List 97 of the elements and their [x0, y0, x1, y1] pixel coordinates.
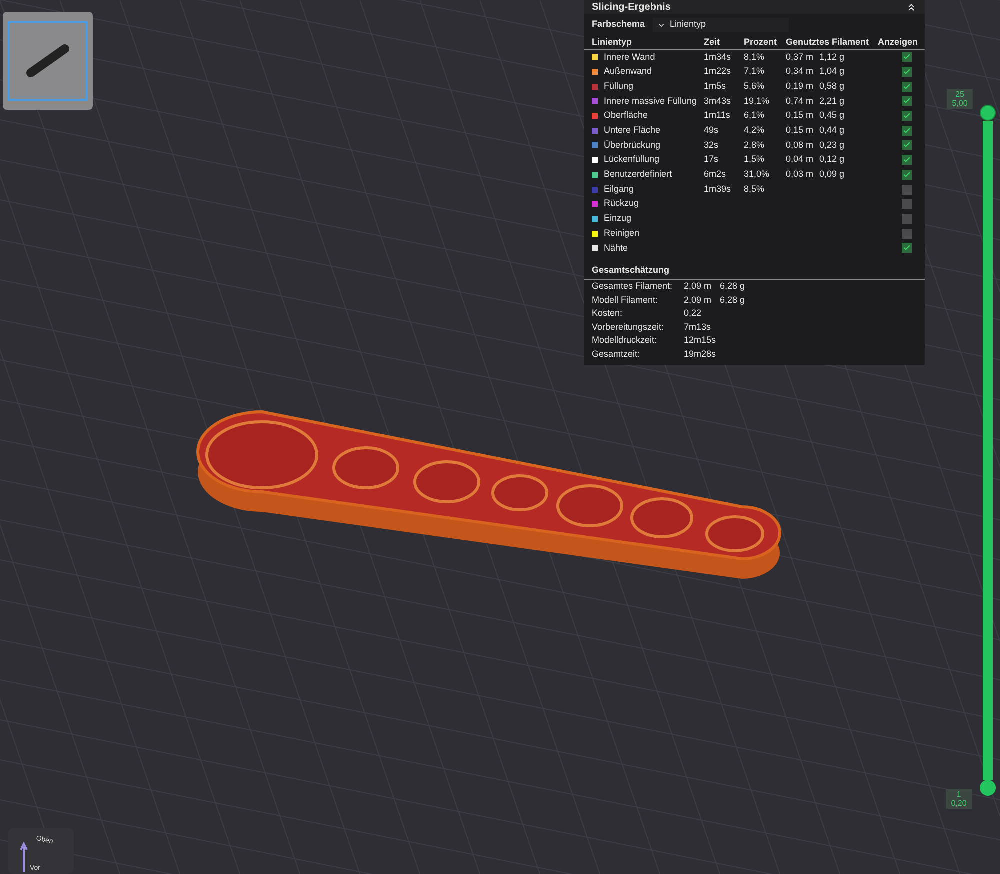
line-type-name: Einzug — [604, 212, 632, 226]
percent-value: 19,1% — [744, 96, 770, 106]
summary-value: 6,28 g — [720, 280, 746, 294]
line-type-name: Lückenfüllung — [604, 153, 660, 166]
column-header: Genutztes Filament — [786, 36, 870, 49]
summary-value: 7m13s — [684, 320, 712, 334]
percent-value: 31,0% — [744, 169, 770, 180]
filament-weight: 1,04 g — [820, 65, 845, 78]
line-type-name: Außenwand — [604, 65, 652, 78]
line-type-name: Oberfläche — [604, 109, 648, 122]
filament-length: 0,15 m — [786, 109, 814, 122]
show-checkbox[interactable] — [902, 82, 912, 92]
filament-length: 0,19 m — [786, 80, 814, 93]
time-value: 32s — [704, 140, 719, 150]
summary-value: 19m28s — [684, 348, 718, 361]
percent-value: 6,1% — [744, 110, 765, 120]
summary-value: 2,09 m — [684, 280, 713, 294]
summary-label: Kosten: — [592, 307, 624, 320]
bottom-layer-label: 1 0,20 — [946, 789, 972, 809]
color-scheme-label: Farbschema — [592, 18, 646, 32]
filament-weight: 0,09 g — [820, 168, 845, 182]
line-type-name: Benutzerdefiniert — [604, 168, 672, 182]
show-checkbox[interactable] — [902, 126, 912, 136]
column-header: Prozent — [744, 36, 778, 49]
line-type-name: Rückzug — [604, 197, 640, 210]
filament-length: 0,74 m — [786, 94, 814, 108]
show-checkbox[interactable] — [902, 199, 912, 210]
panel-title: Slicing-Ergebnis — [592, 0, 671, 14]
show-checkbox[interactable] — [902, 170, 912, 180]
filament-weight: 1,12 g — [820, 50, 845, 64]
column-header: Anzeigen — [878, 36, 918, 49]
summary-label: Modell Filament: — [592, 294, 660, 307]
percent-value: 4,2% — [744, 125, 765, 136]
time-value: 17s — [704, 154, 719, 164]
filament-weight: 0,45 g — [820, 109, 845, 122]
collapse-icon[interactable] — [906, 2, 917, 12]
filament-length: 0,37 m — [786, 50, 814, 64]
percent-value: 7,1% — [744, 66, 765, 76]
line-type-name: Innere massive Füllung — [604, 94, 698, 108]
percent-value: 8,1% — [744, 52, 765, 62]
show-checkbox[interactable] — [902, 52, 912, 62]
show-checkbox[interactable] — [902, 96, 912, 106]
percent-value: 8,5% — [744, 184, 765, 194]
summary-label: Gesamtes Filament: — [592, 280, 674, 294]
plate-thumbnail[interactable] — [3, 12, 93, 110]
filament-length: 0,04 m — [786, 153, 814, 166]
show-checkbox[interactable] — [902, 67, 912, 78]
show-checkbox[interactable] — [902, 214, 912, 224]
filament-length: 0,08 m — [786, 138, 814, 152]
line-type-name: Untere Fläche — [604, 124, 661, 138]
axis-arrow-icon — [20, 842, 28, 872]
summary-label: Modelldruckzeit: — [592, 334, 658, 348]
show-checkbox[interactable] — [902, 140, 912, 150]
percent-value: 5,6% — [744, 80, 765, 91]
slider-bottom-handle[interactable] — [980, 780, 996, 796]
filament-weight: 0,58 g — [820, 80, 845, 93]
line-type-name: Füllung — [604, 80, 634, 93]
time-value: 1m22s — [704, 66, 732, 76]
line-type-name: Reinigen — [604, 226, 640, 240]
summary-title: Gesamtschätzung — [592, 264, 670, 275]
slider-top-handle[interactable] — [980, 105, 996, 121]
percent-value: 2,8% — [744, 140, 765, 150]
line-type-name: Nähte — [604, 242, 628, 255]
percent-value: 1,5% — [744, 154, 765, 164]
time-value: 1m11s — [704, 110, 730, 120]
show-checkbox[interactable] — [902, 228, 912, 239]
line-type-name: Überbrückung — [604, 138, 661, 152]
summary-value: 6,28 g — [720, 294, 746, 307]
summary-label: Vorbereitungszeit: — [592, 320, 666, 334]
show-checkbox[interactable] — [902, 184, 912, 195]
column-header: Linientyp — [592, 36, 633, 49]
show-checkbox[interactable] — [902, 155, 912, 166]
top-layer-label: 25 5,00 — [947, 89, 973, 109]
summary-label: Gesamtzeit: — [592, 348, 642, 361]
summary-value: 0,22 — [684, 307, 703, 320]
show-checkbox[interactable] — [902, 111, 912, 122]
time-value: 1m34s — [704, 52, 732, 62]
show-checkbox[interactable] — [902, 243, 912, 254]
filament-length: 0,03 m — [786, 168, 814, 182]
summary-value: 2,09 m — [684, 294, 713, 307]
time-value: 1m5s — [704, 80, 726, 91]
time-value: 49s — [704, 125, 719, 136]
filament-weight: 0,12 g — [820, 153, 845, 166]
layer-slider-track[interactable] — [983, 121, 993, 780]
color-scheme-dropdown[interactable]: Linientyp — [653, 18, 790, 32]
column-header: Zeit — [704, 36, 722, 49]
filament-weight: 0,44 g — [820, 124, 845, 138]
filament-weight: 0,23 g — [820, 138, 845, 152]
summary-value: 12m15s — [684, 334, 718, 348]
filament-weight: 2,21 g — [820, 94, 845, 108]
line-type-name: Eilgang — [604, 182, 634, 196]
time-value: 3m43s — [704, 96, 732, 106]
line-type-name: Innere Wand — [604, 50, 656, 64]
filament-length: 0,15 m — [786, 124, 814, 138]
filament-length: 0,34 m — [786, 65, 814, 78]
time-value: 1m39s — [704, 184, 732, 194]
time-value: 6m2s — [704, 169, 726, 180]
